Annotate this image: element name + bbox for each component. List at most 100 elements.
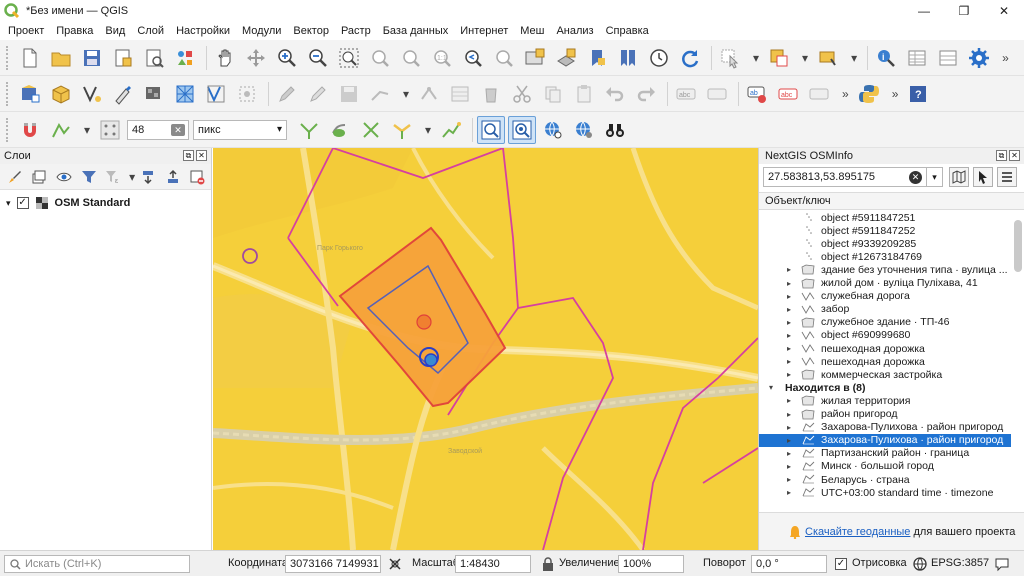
clear-coordinates-icon[interactable]: ✕ (909, 171, 922, 184)
menu-raster[interactable]: Растр (335, 22, 377, 40)
crs-globe-icon[interactable] (912, 556, 928, 572)
zoom-out-button[interactable] (304, 44, 332, 72)
layer-item-osm-standard[interactable]: ▾ ✓ OSM Standard (0, 194, 211, 212)
toggle-extents-icon[interactable] (387, 556, 403, 572)
pick-point-button[interactable] (973, 167, 993, 187)
chevron-right-icon[interactable]: ▸ (787, 423, 791, 432)
messages-icon[interactable] (994, 556, 1010, 572)
select-by-value-button[interactable] (765, 44, 793, 72)
data-source-manager-button[interactable] (16, 80, 44, 108)
menu-vector[interactable]: Вектор (287, 22, 335, 40)
undo-button[interactable] (601, 80, 629, 108)
tree-row[interactable]: ▸ забор (759, 303, 1011, 316)
scrollbar-thumb[interactable] (1014, 220, 1022, 272)
modify-attributes-button[interactable] (446, 80, 474, 108)
add-spatialite-layer-button[interactable] (233, 80, 261, 108)
tree-row[interactable]: ▸ UTC+03:00 standard time · timezone (759, 486, 1011, 499)
copy-features-button[interactable] (539, 80, 567, 108)
avoid-overlap-button[interactable] (357, 116, 385, 144)
digitize-tool-button[interactable] (273, 80, 301, 108)
add-raster-layer-button[interactable] (140, 80, 168, 108)
snapping-units-select[interactable]: пикс ▾ (193, 119, 288, 140)
tree-row[interactable]: ▸ Беларусь · страна (759, 473, 1011, 486)
expand-arrow-icon[interactable]: ▾ (6, 198, 11, 209)
temporal-controller-button[interactable] (645, 44, 673, 72)
toolbar-grip[interactable] (6, 45, 10, 70)
coordinates-input[interactable]: 27.583813,53.895175 ✕ (763, 167, 927, 187)
self-snapping-button[interactable] (388, 116, 416, 144)
field-calculator-button[interactable] (934, 44, 962, 72)
magnifier-field[interactable]: 100% (618, 555, 684, 573)
expand-all-button[interactable] (137, 166, 159, 188)
menu-settings[interactable]: Настройки (170, 22, 236, 40)
download-geodata-link[interactable]: Скачайте геоданные (805, 526, 910, 538)
show-bookmarks-button[interactable] (614, 44, 642, 72)
open-layer-styling-button[interactable] (4, 166, 26, 188)
tree-row[interactable]: object #5911847251 (759, 211, 1011, 224)
add-mesh-layer-button[interactable] (171, 80, 199, 108)
menu-edit[interactable]: Правка (50, 22, 99, 40)
pan-map-button[interactable] (211, 44, 239, 72)
toolbar-grip[interactable] (6, 117, 10, 142)
chevron-right-icon[interactable]: ▸ (787, 449, 791, 458)
tree-row[interactable]: ▸ коммерческая застройка (759, 368, 1011, 381)
menu-layer[interactable]: Слой (131, 22, 170, 40)
tree-row[interactable]: object #9339209285 (759, 237, 1011, 250)
tree-column-header[interactable]: Объект/ключ (759, 192, 1024, 210)
chevron-right-icon[interactable]: ▸ (787, 265, 791, 274)
chevron-right-icon[interactable]: ▸ (787, 462, 791, 471)
delete-selected-button[interactable] (477, 80, 505, 108)
lock-icon[interactable] (540, 556, 556, 572)
osminfo-identify-button[interactable] (477, 115, 506, 144)
snap-to-button[interactable] (96, 116, 124, 144)
coordinates-history-dropdown[interactable]: ▾ (927, 167, 943, 187)
label-toolbar-button[interactable]: abc (672, 80, 700, 108)
toolbar-overflow[interactable]: » (842, 87, 849, 101)
open-attribute-table-button[interactable] (903, 44, 931, 72)
toggle-editing-button[interactable] (304, 80, 332, 108)
chevron-right-icon[interactable]: ▸ (787, 279, 791, 288)
toolbar-overflow[interactable]: » (1002, 51, 1009, 65)
refresh-button[interactable] (676, 44, 704, 72)
enable-snapping-button[interactable] (16, 116, 44, 144)
manage-map-themes-button[interactable] (53, 166, 75, 188)
toolbar-overflow[interactable]: » (892, 87, 899, 101)
tree-row[interactable]: object #12673184769 (759, 250, 1011, 263)
tree-row[interactable]: ▸ object #690999680 (759, 329, 1011, 342)
clear-tolerance-icon[interactable]: ✕ (171, 123, 186, 136)
osminfo-select-button[interactable] (508, 115, 537, 144)
snapping-mode-dropdown[interactable]: ▾ (84, 123, 90, 137)
deselect-dropdown[interactable]: ▾ (851, 51, 857, 65)
chevron-right-icon[interactable]: ▸ (787, 370, 791, 379)
map-canvas[interactable]: Парк Горького Заводской (213, 148, 758, 550)
collapse-all-button[interactable] (162, 166, 184, 188)
toolbar-grip[interactable] (6, 81, 10, 106)
float-panel-button[interactable]: ⧉ (996, 150, 1007, 161)
tree-row[interactable]: ▸ пешеходная дорожка (759, 342, 1011, 355)
tree-row[interactable]: ▸ пешеходная дорожка (759, 355, 1011, 368)
locator-search-input[interactable]: Искать (Ctrl+K) (4, 555, 190, 573)
python-console-button[interactable] (855, 80, 883, 108)
remove-layer-button[interactable] (186, 166, 208, 188)
crs-label[interactable]: EPSG:3857 (931, 557, 989, 569)
save-edits-button[interactable] (335, 80, 363, 108)
new-print-layout-button[interactable] (109, 44, 137, 72)
highlight-pinned-labels-button[interactable] (805, 80, 833, 108)
new-3d-view-button[interactable] (552, 44, 580, 72)
menu-database[interactable]: База данных (377, 22, 455, 40)
add-feature-button[interactable] (366, 80, 394, 108)
select-by-value-dropdown[interactable]: ▾ (802, 51, 808, 65)
processing-toolbox-button[interactable] (965, 44, 993, 72)
redo-button[interactable] (632, 80, 660, 108)
pan-to-selection-button[interactable] (242, 44, 270, 72)
float-panel-button[interactable]: ⧉ (183, 150, 194, 161)
close-panel-button[interactable]: ✕ (1009, 150, 1020, 161)
quickmapservices-button[interactable] (539, 116, 567, 144)
add-group-button[interactable] (29, 166, 51, 188)
close-panel-button[interactable]: ✕ (196, 150, 207, 161)
tracing-button[interactable] (437, 116, 465, 144)
tree-row[interactable]: ▸ служебная дорога (759, 290, 1011, 303)
chevron-right-icon[interactable]: ▸ (787, 344, 791, 353)
menu-view[interactable]: Вид (99, 22, 131, 40)
tree-row[interactable]: ▸ здание без уточнения типа · вулица ... (759, 263, 1011, 276)
